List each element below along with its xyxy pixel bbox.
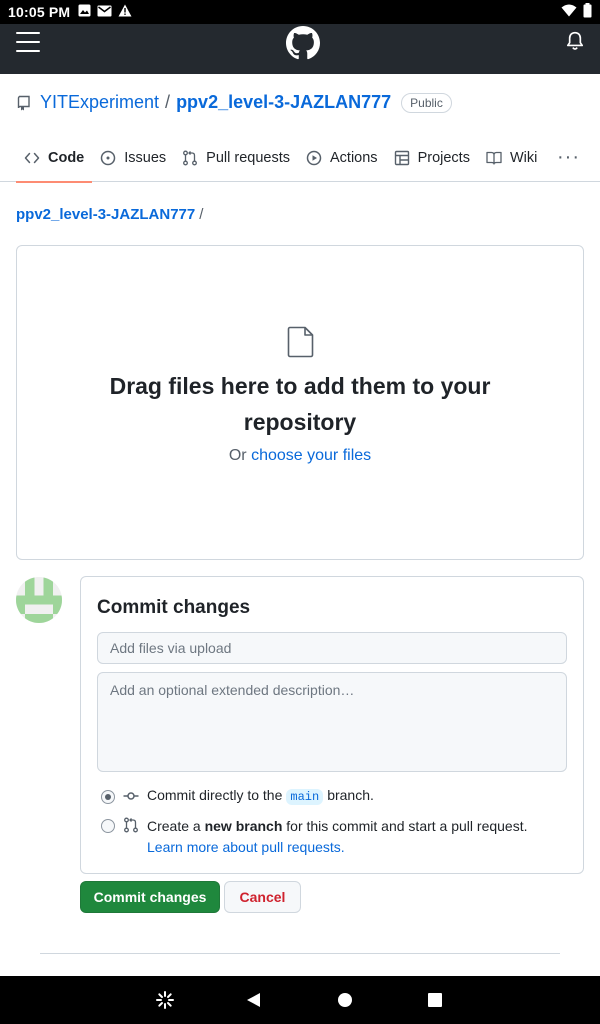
code-icon <box>24 152 40 163</box>
tab-label: Wiki <box>509 149 538 166</box>
new-branch-radio[interactable] <box>101 819 115 833</box>
breadcrumb-repo-link[interactable]: ppv2_level-3-JAZLAN777 <box>16 206 195 223</box>
repo-owner-link[interactable]: YITExperiment <box>40 92 159 113</box>
avatar[interactable] <box>16 577 62 623</box>
visibility-badge: Public <box>401 92 452 113</box>
commit-form: Commit changes Commit directly to themai… <box>80 576 584 874</box>
tab-wiki[interactable]: Wiki <box>478 134 545 182</box>
repo-separator: / <box>165 92 171 112</box>
image-icon <box>78 4 91 20</box>
commit-title: Commit changes <box>97 597 251 618</box>
tab-projects[interactable]: Projects <box>386 134 478 182</box>
dropzone-headline: Drag files here to add them to your repo… <box>109 373 491 435</box>
git-pull-request-icon <box>124 817 138 833</box>
git-pull-request-icon <box>183 150 198 165</box>
wifi-icon <box>561 4 577 20</box>
bell-icon[interactable] <box>566 31 584 51</box>
breadcrumb: ppv2_level-3-JAZLAN777/ <box>16 206 203 223</box>
breadcrumb-slash: / <box>199 206 204 223</box>
tab-label: Projects <box>417 149 470 166</box>
book-icon <box>486 151 502 165</box>
status-time: 10:05 PM <box>8 4 71 20</box>
footer-divider <box>40 953 560 954</box>
choose-files-link[interactable]: choose your files <box>251 447 371 464</box>
play-icon <box>306 150 322 165</box>
back-icon[interactable] <box>244 990 264 1010</box>
mail-icon <box>97 4 112 20</box>
repo-tabs: Code Issues Pull requests Actions Projec… <box>0 134 600 183</box>
file-dropzone[interactable]: Drag files here to add them to your repo… <box>16 245 584 560</box>
tab-pull-requests[interactable]: Pull requests <box>174 134 298 182</box>
git-commit-icon <box>123 792 139 800</box>
learn-more-link[interactable]: Learn more about pull requests. <box>147 839 345 855</box>
tab-label: Issues <box>124 149 167 166</box>
new-branch-bold: new branch <box>204 818 283 834</box>
new-branch-suffix: for this commit and start a pull request… <box>286 818 528 834</box>
github-header <box>0 24 600 74</box>
new-branch-prefix: Create a <box>147 818 201 834</box>
branch-name-badge: main <box>286 789 324 805</box>
commit-direct-label: Commit directly to the main branch. <box>147 787 374 805</box>
android-nav-bar <box>0 976 600 1024</box>
new-branch-label: Create a new branch for this commit and … <box>147 816 561 858</box>
battery-icon <box>583 3 592 21</box>
commit-changes-button[interactable]: Commit changes <box>80 881 220 913</box>
table-icon <box>394 150 409 165</box>
repo-icon <box>17 95 30 110</box>
commit-direct-radio[interactable] <box>101 790 115 804</box>
dropzone-choose-line: Or choose your files <box>17 447 583 465</box>
cancel-button[interactable]: Cancel <box>224 881 301 913</box>
tab-label: Code <box>48 149 85 166</box>
commit-description-textarea[interactable] <box>97 672 567 772</box>
tab-issues[interactable]: Issues <box>92 134 174 182</box>
tab-label: Pull requests <box>206 149 290 166</box>
dropzone-or-text: Or <box>228 447 247 464</box>
commit-summary-input[interactable] <box>97 632 567 664</box>
repo-name-link[interactable]: ppv2_level-3-JAZLAN777 <box>176 92 391 113</box>
more-tabs-icon[interactable]: ··· <box>557 146 580 169</box>
repo-title: YITExperiment / ppv2_level-3-JAZLAN777 P… <box>16 92 452 113</box>
warning-icon <box>118 4 132 20</box>
issue-opened-icon <box>101 150 116 165</box>
tab-code[interactable]: Code <box>16 134 93 183</box>
home-icon[interactable] <box>335 990 355 1010</box>
tab-label: Actions <box>330 149 378 166</box>
commit-direct-suffix: branch. <box>327 787 374 803</box>
file-icon <box>287 326 314 358</box>
assistant-icon[interactable] <box>155 990 175 1010</box>
new-branch-option[interactable]: Create a new branch for this commit and … <box>101 816 561 858</box>
commit-direct-prefix: Commit directly to the <box>147 787 283 803</box>
status-bar: 10:05 PM <box>0 0 600 24</box>
github-logo-icon[interactable] <box>286 26 320 60</box>
recents-icon[interactable] <box>425 990 445 1010</box>
tab-actions[interactable]: Actions <box>298 134 386 182</box>
commit-direct-option[interactable]: Commit directly to the main branch. <box>101 787 374 805</box>
hamburger-menu-icon[interactable] <box>16 32 40 52</box>
